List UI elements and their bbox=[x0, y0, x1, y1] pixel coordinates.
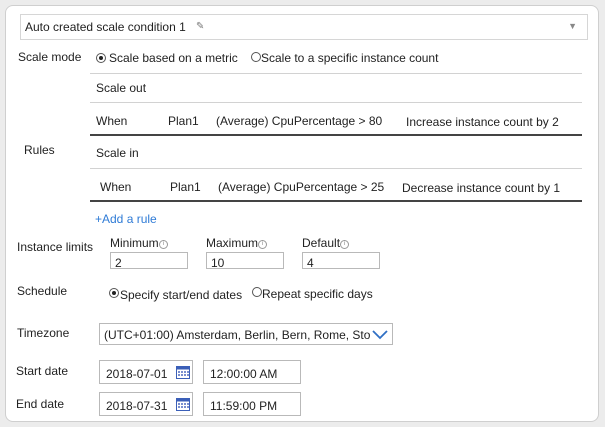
start-date-label: Start date bbox=[16, 364, 69, 378]
specify-dates-radio[interactable] bbox=[109, 288, 119, 298]
timezone-value: (UTC+01:00) Amsterdam, Berlin, Bern, Rom… bbox=[104, 328, 371, 342]
default-label: Default bbox=[302, 236, 341, 250]
rule-resource: Plan1 bbox=[168, 114, 199, 128]
start-date-input[interactable]: 2018-07-01 bbox=[99, 360, 193, 384]
scale-out-rule-row[interactable]: When Plan1 (Average) CpuPercentage > 80 … bbox=[90, 103, 582, 133]
instance-limits-label: Instance limits bbox=[17, 240, 94, 254]
minimum-input[interactable]: 2 bbox=[110, 252, 188, 269]
end-date-label: End date bbox=[16, 397, 65, 411]
rule-condition: (Average) CpuPercentage > 80 bbox=[216, 114, 383, 128]
add-rule-link[interactable]: +Add a rule bbox=[95, 212, 157, 226]
chevron-down-icon[interactable]: ▼ bbox=[568, 21, 577, 31]
start-time-input[interactable]: 12:00:00 AM bbox=[203, 360, 301, 384]
scale-in-rule-row[interactable]: When Plan1 (Average) CpuPercentage > 25 … bbox=[90, 169, 582, 199]
divider bbox=[90, 73, 582, 74]
rule-when: When bbox=[100, 180, 132, 194]
chevron-down-icon bbox=[372, 330, 388, 340]
timezone-select[interactable]: (UTC+01:00) Amsterdam, Berlin, Bern, Rom… bbox=[99, 323, 393, 345]
repeat-days-radio[interactable] bbox=[252, 287, 262, 297]
scale-out-heading: Scale out bbox=[96, 81, 147, 95]
scale-to-count-radio[interactable] bbox=[251, 52, 261, 62]
calendar-icon[interactable] bbox=[176, 366, 190, 379]
scale-mode-label: Scale mode bbox=[18, 50, 82, 64]
minimum-label: Minimum bbox=[110, 236, 159, 250]
scale-condition-panel: Auto created scale condition 1 ✎ ▼ Scale… bbox=[5, 5, 599, 422]
maximum-input[interactable]: 10 bbox=[206, 252, 284, 269]
start-date-value: 2018-07-01 bbox=[106, 367, 168, 381]
end-time-input[interactable]: 11:59:00 PM bbox=[203, 392, 301, 416]
schedule-label: Schedule bbox=[17, 284, 68, 298]
maximum-label: Maximum bbox=[206, 236, 259, 250]
info-icon[interactable]: i bbox=[258, 240, 267, 249]
end-date-input[interactable]: 2018-07-31 bbox=[99, 392, 193, 416]
scale-out-separator bbox=[90, 134, 582, 136]
rule-condition: (Average) CpuPercentage > 25 bbox=[218, 180, 385, 194]
rule-resource: Plan1 bbox=[170, 180, 201, 194]
scale-condition-header[interactable]: Auto created scale condition 1 ✎ ▼ bbox=[20, 14, 588, 40]
calendar-icon[interactable] bbox=[176, 398, 190, 411]
info-icon[interactable]: i bbox=[159, 240, 168, 249]
end-date-value: 2018-07-31 bbox=[106, 399, 168, 413]
default-input[interactable]: 4 bbox=[302, 252, 380, 269]
scale-by-metric-radio[interactable] bbox=[96, 53, 106, 63]
pencil-icon[interactable]: ✎ bbox=[196, 21, 204, 32]
scale-in-separator bbox=[90, 200, 582, 202]
scale-by-metric-label[interactable]: Scale based on a metric bbox=[109, 51, 238, 65]
info-icon[interactable]: i bbox=[340, 240, 349, 249]
rule-when: When bbox=[96, 114, 128, 128]
rules-label: Rules bbox=[24, 143, 55, 157]
specify-dates-label[interactable]: Specify start/end dates bbox=[120, 288, 242, 302]
scale-to-count-label[interactable]: Scale to a specific instance count bbox=[261, 51, 438, 65]
scale-in-heading: Scale in bbox=[96, 146, 139, 160]
rule-action: Decrease instance count by 1 bbox=[402, 181, 561, 195]
scale-condition-title: Auto created scale condition 1 bbox=[25, 20, 186, 34]
repeat-days-label[interactable]: Repeat specific days bbox=[262, 287, 373, 301]
rule-action: Increase instance count by 2 bbox=[406, 115, 559, 129]
timezone-label: Timezone bbox=[17, 326, 70, 340]
